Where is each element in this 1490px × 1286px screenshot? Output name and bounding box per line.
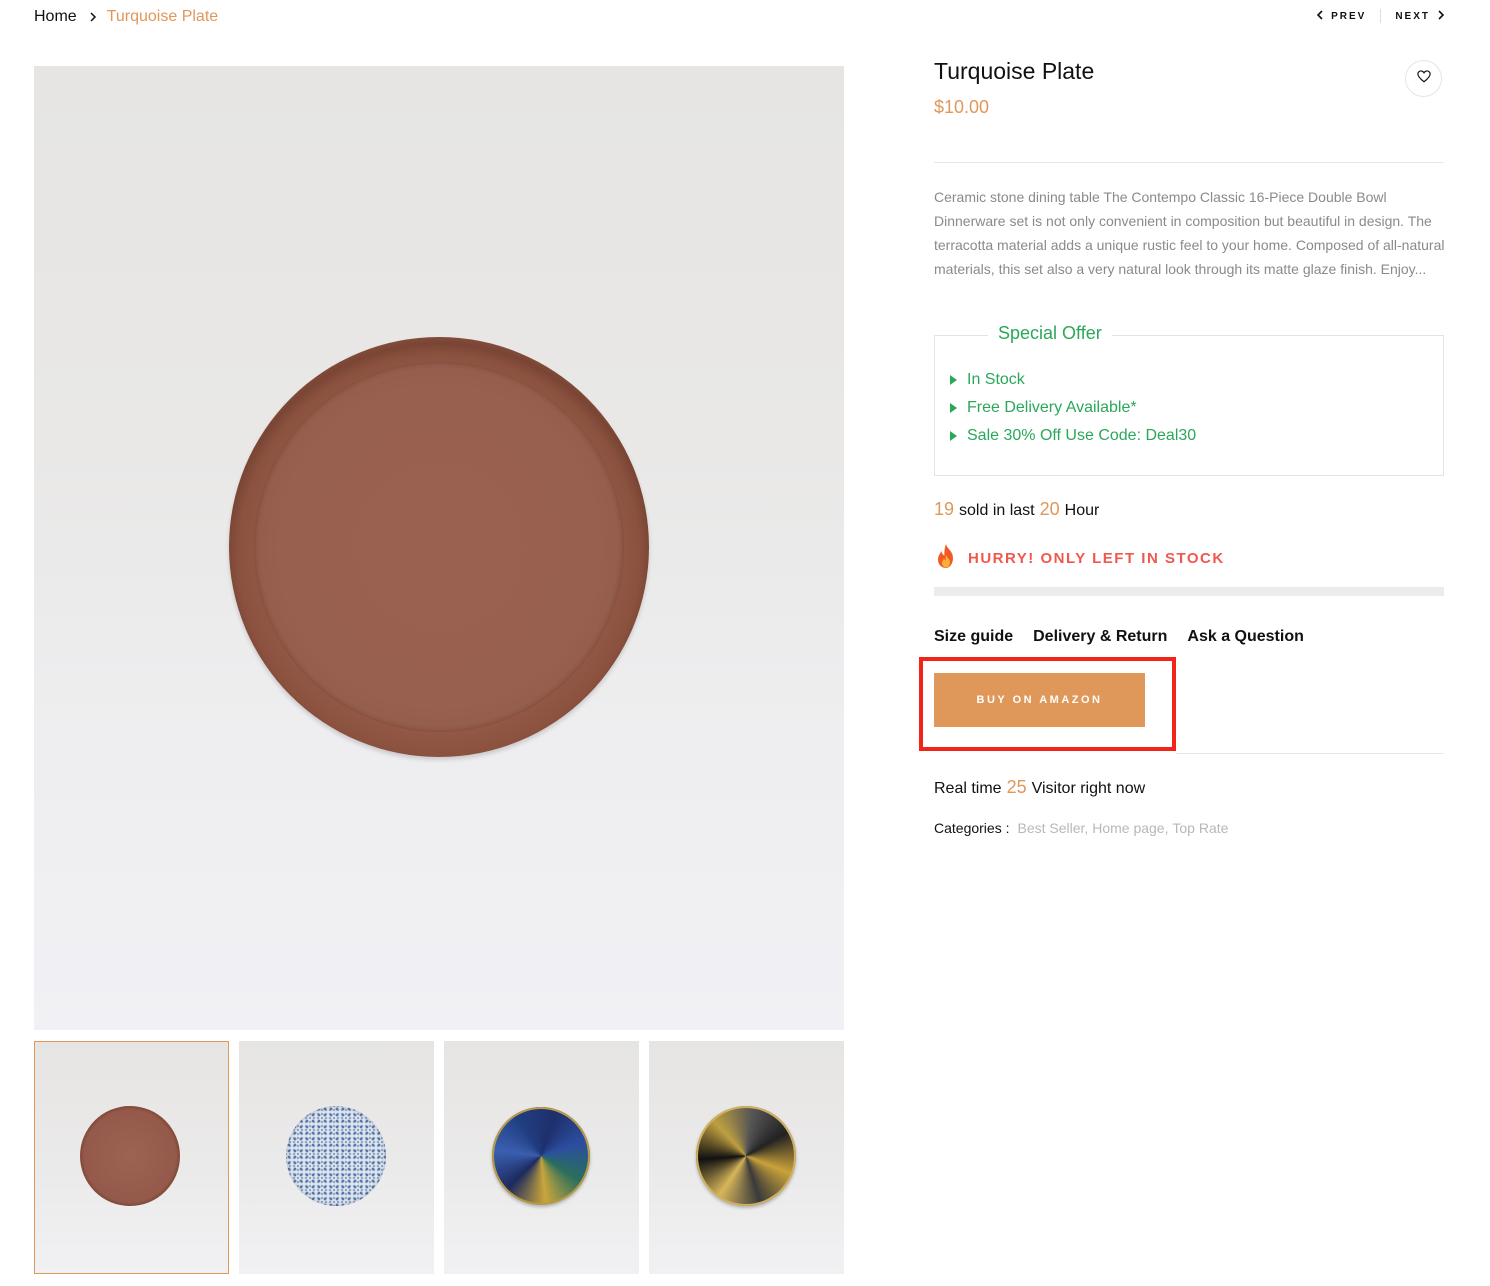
- buy-on-amazon-button[interactable]: BUY ON AMAZON: [934, 673, 1145, 727]
- divider: [1176, 753, 1444, 754]
- product-price: $10.00: [934, 97, 990, 117]
- prev-label: PREV: [1331, 10, 1367, 22]
- sold-counter: 19 sold in last 20 Hour: [934, 499, 1099, 520]
- thumbnail-plate-image: [80, 1106, 180, 1206]
- thumbnail-4[interactable]: [649, 1041, 844, 1274]
- product-title: Turquoise Plate: [934, 58, 1095, 84]
- category-link-home-page[interactable]: Home page,: [1092, 820, 1168, 836]
- triangle-bullet-icon: [950, 375, 957, 385]
- categories-list: Best Seller, Home page, Top Rate: [1017, 820, 1228, 836]
- offer-item: Sale 30% Off Use Code: Deal30: [950, 422, 1196, 450]
- breadcrumb: Home Turquoise Plate: [34, 5, 218, 29]
- thumbnail-plate-image: [492, 1107, 590, 1205]
- product-description: Ceramic stone dining table The Contempo …: [934, 189, 1445, 277]
- sold-count: 19: [934, 499, 955, 519]
- category-link-top-rate[interactable]: Top Rate: [1172, 820, 1228, 836]
- categories-label: Categories :: [934, 820, 1010, 836]
- special-offer-list: In Stock Free Delivery Available* Sale 3…: [950, 366, 1196, 450]
- visitors-prefix: Real time: [934, 780, 1002, 797]
- triangle-bullet-icon: [950, 431, 957, 441]
- next-label: NEXT: [1395, 10, 1430, 22]
- realtime-visitors: Real time 25 Visitor right now: [934, 777, 1145, 798]
- heart-icon: [1416, 69, 1431, 88]
- chevron-left-icon: [1316, 9, 1323, 23]
- product-extra-links: Size guide Delivery & Return Ask a Quest…: [934, 628, 1304, 646]
- offer-item-text: In Stock: [967, 371, 1025, 388]
- offer-item: In Stock: [950, 366, 1196, 394]
- triangle-bullet-icon: [950, 403, 957, 413]
- thumbnail-1[interactable]: [34, 1041, 229, 1274]
- sold-middle-text: sold in last: [959, 502, 1035, 519]
- product-pager: PREV NEXT: [1316, 8, 1445, 24]
- offer-item-text: Sale 30% Off Use Code: Deal30: [967, 427, 1197, 444]
- category-link-best-seller[interactable]: Best Seller,: [1017, 820, 1088, 836]
- next-product-link[interactable]: NEXT: [1395, 9, 1445, 23]
- wishlist-button[interactable]: [1405, 60, 1442, 97]
- special-offer-title: Special Offer: [988, 323, 1112, 344]
- divider: [934, 162, 1444, 163]
- hurry-stock-notice: HURRY! ONLY LEFT IN STOCK: [934, 543, 1225, 574]
- sold-hours: 20: [1039, 499, 1060, 519]
- plate-image: [229, 337, 649, 757]
- size-guide-link[interactable]: Size guide: [934, 628, 1013, 646]
- visitors-count: 25: [1006, 777, 1027, 797]
- offer-item-text: Free Delivery Available*: [967, 399, 1137, 416]
- chevron-right-icon: [1438, 9, 1445, 23]
- thumbnail-2[interactable]: [239, 1041, 434, 1274]
- ask-question-link[interactable]: Ask a Question: [1187, 628, 1303, 646]
- visitors-suffix: Visitor right now: [1031, 780, 1146, 797]
- fire-icon: [934, 543, 958, 574]
- breadcrumb-current: Turquoise Plate: [106, 8, 219, 25]
- stock-progress-bar: [934, 587, 1444, 596]
- main-product-image[interactable]: [34, 66, 844, 1030]
- chevron-right-icon: [89, 11, 97, 23]
- sold-suffix: Hour: [1064, 502, 1100, 519]
- hurry-text: HURRY! ONLY LEFT IN STOCK: [968, 550, 1225, 567]
- thumbnail-plate-image: [696, 1106, 796, 1206]
- offer-item: Free Delivery Available*: [950, 394, 1196, 422]
- delivery-return-link[interactable]: Delivery & Return: [1033, 628, 1167, 646]
- breadcrumb-home-link[interactable]: Home: [34, 8, 77, 26]
- prev-product-link[interactable]: PREV: [1316, 9, 1367, 23]
- categories: Categories : Best Seller, Home page, Top…: [934, 820, 1228, 836]
- pager-divider: [1380, 9, 1382, 23]
- thumbnail-3[interactable]: [444, 1041, 639, 1274]
- thumbnail-plate-image: [286, 1106, 386, 1206]
- plate-inner: [254, 362, 624, 732]
